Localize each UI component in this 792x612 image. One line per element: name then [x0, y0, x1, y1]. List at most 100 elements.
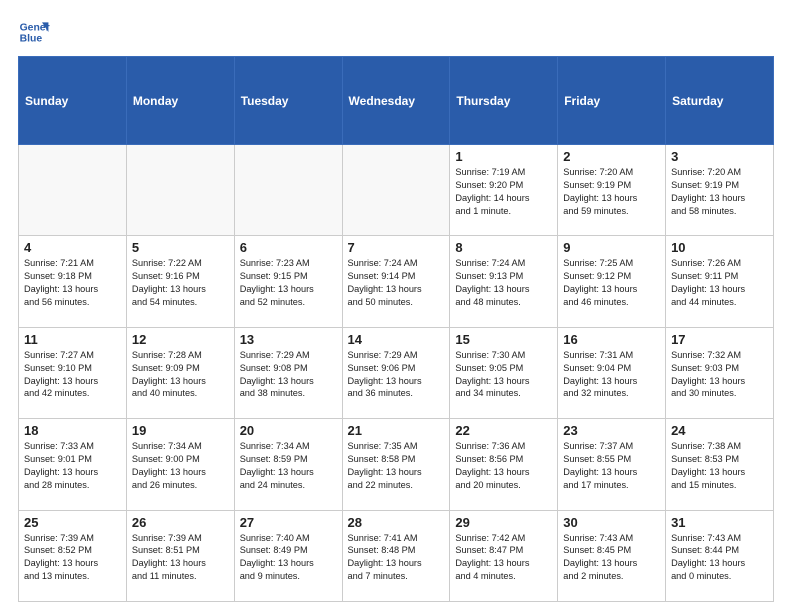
day-cell-1: 1 Sunrise: 7:19 AM Sunset: 9:20 PM Daylig… [450, 145, 558, 236]
day-number: 27 [240, 515, 337, 530]
day-cell-9: 9Sunrise: 7:25 AM Sunset: 9:12 PM Daylig… [558, 236, 666, 327]
day-cell-30: 30Sunrise: 7:43 AM Sunset: 8:45 PM Dayli… [558, 510, 666, 601]
day-info: Sunrise: 7:38 AM Sunset: 8:53 PM Dayligh… [671, 440, 768, 492]
day-cell-12: 12 Sunrise: 7:28 AM Sunset: 9:09 PM Dayli… [126, 327, 234, 418]
day-number: 6 [240, 240, 337, 255]
day-info: Sunrise: 7:24 AM Sunset: 9:14 PM Dayligh… [348, 257, 445, 309]
svg-text:Blue: Blue [20, 34, 43, 45]
day-info: Sunrise: 7:29 AM Sunset: 9:06 PM Dayligh… [348, 349, 445, 401]
day-info: Sunrise: 7:39 AM Sunset: 8:52 PM Dayligh… [24, 532, 121, 584]
day-cell-6: 6 Sunrise: 7:23 AM Sunset: 9:15 PM Daylig… [234, 236, 342, 327]
day-info: Sunrise: 7:37 AM Sunset: 8:55 PM Dayligh… [563, 440, 660, 492]
day-info: Sunrise: 7:36 AM Sunset: 8:56 PM Dayligh… [455, 440, 552, 492]
week-row-3: 11 Sunrise: 7:27 AM Sunset: 9:10 PM Dayli… [19, 327, 774, 418]
day-info: Sunrise: 7:20 AM Sunset: 9:19 PM Dayligh… [563, 166, 660, 218]
day-cell-8: 8 Sunrise: 7:24 AM Sunset: 9:13 PM Daylig… [450, 236, 558, 327]
empty-cell [19, 145, 127, 236]
day-info: Sunrise: 7:24 AM Sunset: 9:13 PM Dayligh… [455, 257, 552, 309]
day-info: Sunrise: 7:29 AM Sunset: 9:08 PM Dayligh… [240, 349, 337, 401]
day-info: Sunrise: 7:42 AM Sunset: 8:47 PM Dayligh… [455, 532, 552, 584]
day-cell-31: 31Sunrise: 7:43 AM Sunset: 8:44 PM Dayli… [666, 510, 774, 601]
day-info: Sunrise: 7:33 AM Sunset: 9:01 PM Dayligh… [24, 440, 121, 492]
day-number: 25 [24, 515, 121, 530]
week-row-2: 4Sunrise: 7:21 AM Sunset: 9:18 PM Daylig… [19, 236, 774, 327]
day-number: 9 [563, 240, 660, 255]
day-number: 13 [240, 332, 337, 347]
day-info: Sunrise: 7:43 AM Sunset: 8:45 PM Dayligh… [563, 532, 660, 584]
header: General Blue [18, 16, 774, 48]
empty-cell [342, 145, 450, 236]
day-info: Sunrise: 7:30 AM Sunset: 9:05 PM Dayligh… [455, 349, 552, 401]
weekday-header-thursday: Thursday [450, 57, 558, 145]
day-number: 12 [132, 332, 229, 347]
day-cell-22: 22 Sunrise: 7:36 AM Sunset: 8:56 PM Dayli… [450, 419, 558, 510]
day-number: 20 [240, 423, 337, 438]
day-number: 21 [348, 423, 445, 438]
day-cell-5: 5Sunrise: 7:22 AM Sunset: 9:16 PM Daylig… [126, 236, 234, 327]
day-number: 31 [671, 515, 768, 530]
day-cell-13: 13 Sunrise: 7:29 AM Sunset: 9:08 PM Dayli… [234, 327, 342, 418]
day-cell-15: 15 Sunrise: 7:30 AM Sunset: 9:05 PM Dayli… [450, 327, 558, 418]
day-info: Sunrise: 7:20 AM Sunset: 9:19 PM Dayligh… [671, 166, 768, 218]
day-cell-28: 28 Sunrise: 7:41 AM Sunset: 8:48 PM Dayli… [342, 510, 450, 601]
day-info: Sunrise: 7:19 AM Sunset: 9:20 PM Dayligh… [455, 166, 552, 218]
day-cell-29: 29 Sunrise: 7:42 AM Sunset: 8:47 PM Dayli… [450, 510, 558, 601]
day-number: 14 [348, 332, 445, 347]
weekday-header-friday: Friday [558, 57, 666, 145]
day-number: 22 [455, 423, 552, 438]
day-number: 8 [455, 240, 552, 255]
day-number: 16 [563, 332, 660, 347]
day-number: 28 [348, 515, 445, 530]
day-number: 18 [24, 423, 121, 438]
day-number: 26 [132, 515, 229, 530]
day-info: Sunrise: 7:35 AM Sunset: 8:58 PM Dayligh… [348, 440, 445, 492]
day-info: Sunrise: 7:27 AM Sunset: 9:10 PM Dayligh… [24, 349, 121, 401]
day-number: 4 [24, 240, 121, 255]
day-cell-25: 25 Sunrise: 7:39 AM Sunset: 8:52 PM Dayli… [19, 510, 127, 601]
day-number: 11 [24, 332, 121, 347]
day-cell-19: 19Sunrise: 7:34 AM Sunset: 9:00 PM Dayli… [126, 419, 234, 510]
week-row-1: 1 Sunrise: 7:19 AM Sunset: 9:20 PM Daylig… [19, 145, 774, 236]
day-cell-23: 23 Sunrise: 7:37 AM Sunset: 8:55 PM Dayli… [558, 419, 666, 510]
day-info: Sunrise: 7:32 AM Sunset: 9:03 PM Dayligh… [671, 349, 768, 401]
week-row-4: 18 Sunrise: 7:33 AM Sunset: 9:01 PM Dayli… [19, 419, 774, 510]
day-number: 23 [563, 423, 660, 438]
day-info: Sunrise: 7:39 AM Sunset: 8:51 PM Dayligh… [132, 532, 229, 584]
weekday-header-tuesday: Tuesday [234, 57, 342, 145]
day-cell-26: 26 Sunrise: 7:39 AM Sunset: 8:51 PM Dayli… [126, 510, 234, 601]
day-cell-2: 2Sunrise: 7:20 AM Sunset: 9:19 PM Daylig… [558, 145, 666, 236]
weekday-header-sunday: Sunday [19, 57, 127, 145]
day-number: 24 [671, 423, 768, 438]
day-cell-10: 10 Sunrise: 7:26 AM Sunset: 9:11 PM Dayli… [666, 236, 774, 327]
day-cell-20: 20 Sunrise: 7:34 AM Sunset: 8:59 PM Dayli… [234, 419, 342, 510]
day-cell-21: 21 Sunrise: 7:35 AM Sunset: 8:58 PM Dayli… [342, 419, 450, 510]
day-cell-7: 7 Sunrise: 7:24 AM Sunset: 9:14 PM Daylig… [342, 236, 450, 327]
day-number: 29 [455, 515, 552, 530]
day-info: Sunrise: 7:31 AM Sunset: 9:04 PM Dayligh… [563, 349, 660, 401]
day-number: 15 [455, 332, 552, 347]
day-cell-18: 18 Sunrise: 7:33 AM Sunset: 9:01 PM Dayli… [19, 419, 127, 510]
weekday-header-row: SundayMondayTuesdayWednesdayThursdayFrid… [19, 57, 774, 145]
day-info: Sunrise: 7:28 AM Sunset: 9:09 PM Dayligh… [132, 349, 229, 401]
day-cell-17: 17 Sunrise: 7:32 AM Sunset: 9:03 PM Dayli… [666, 327, 774, 418]
day-info: Sunrise: 7:41 AM Sunset: 8:48 PM Dayligh… [348, 532, 445, 584]
weekday-header-wednesday: Wednesday [342, 57, 450, 145]
logo-icon: General Blue [18, 16, 50, 48]
day-cell-27: 27 Sunrise: 7:40 AM Sunset: 8:49 PM Dayli… [234, 510, 342, 601]
day-info: Sunrise: 7:34 AM Sunset: 8:59 PM Dayligh… [240, 440, 337, 492]
day-info: Sunrise: 7:40 AM Sunset: 8:49 PM Dayligh… [240, 532, 337, 584]
day-cell-16: 16 Sunrise: 7:31 AM Sunset: 9:04 PM Dayli… [558, 327, 666, 418]
day-number: 7 [348, 240, 445, 255]
day-cell-24: 24 Sunrise: 7:38 AM Sunset: 8:53 PM Dayli… [666, 419, 774, 510]
day-info: Sunrise: 7:26 AM Sunset: 9:11 PM Dayligh… [671, 257, 768, 309]
day-info: Sunrise: 7:23 AM Sunset: 9:15 PM Dayligh… [240, 257, 337, 309]
day-number: 1 [455, 149, 552, 164]
day-number: 3 [671, 149, 768, 164]
day-number: 19 [132, 423, 229, 438]
day-number: 5 [132, 240, 229, 255]
day-cell-4: 4Sunrise: 7:21 AM Sunset: 9:18 PM Daylig… [19, 236, 127, 327]
day-number: 17 [671, 332, 768, 347]
week-row-5: 25 Sunrise: 7:39 AM Sunset: 8:52 PM Dayli… [19, 510, 774, 601]
empty-cell [234, 145, 342, 236]
day-number: 10 [671, 240, 768, 255]
